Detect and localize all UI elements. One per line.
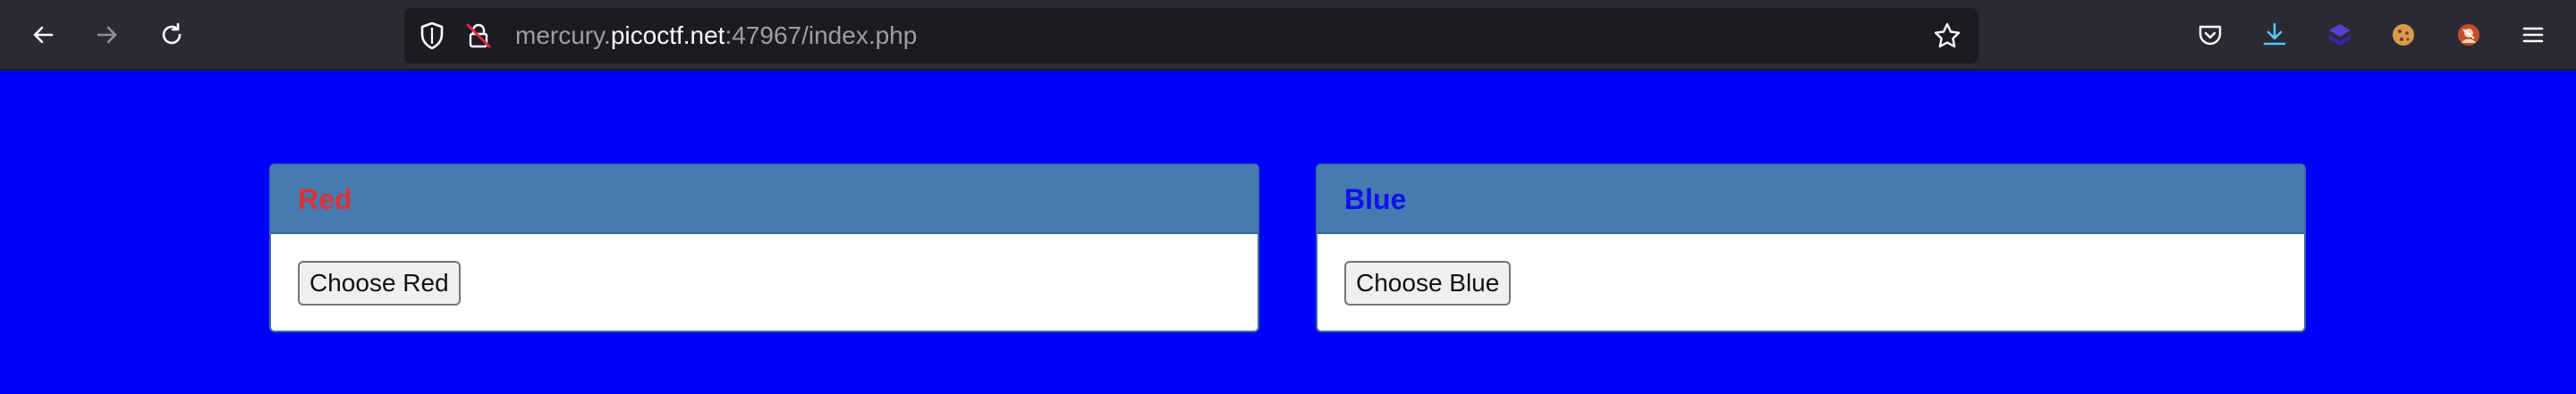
red-card-body: Choose Red (271, 234, 1258, 306)
menu-icon (2522, 27, 2544, 43)
blue-card-body: Choose Blue (1318, 234, 2304, 306)
back-button[interactable] (23, 15, 63, 54)
choose-red-button[interactable]: Choose Red (298, 261, 461, 306)
download-icon (2263, 22, 2286, 46)
back-arrow-icon (33, 26, 54, 44)
browser-toolbar: mercury.picoctf.net:47967/index.php (0, 0, 2576, 71)
extension-button[interactable] (2320, 15, 2360, 54)
site-info-button[interactable] (463, 21, 494, 51)
red-card-title: Red (271, 165, 1258, 234)
cookie-extension-button[interactable] (2384, 15, 2423, 54)
reload-button[interactable] (152, 15, 191, 54)
pocket-button[interactable] (2190, 15, 2230, 54)
url-path: :47967/index.php (724, 21, 918, 49)
url-bar[interactable]: mercury.picoctf.net:47967/index.php (404, 8, 1979, 63)
shield-icon (420, 21, 444, 50)
red-card: Red Choose Red (269, 163, 1259, 332)
blue-card-title: Blue (1318, 165, 2304, 234)
profile-icon (2458, 24, 2479, 46)
profile-extension-button[interactable] (2449, 15, 2488, 54)
tracking-protection-button[interactable] (417, 21, 447, 51)
extension-icon (2329, 24, 2351, 46)
downloads-button[interactable] (2255, 15, 2294, 54)
pocket-icon (2199, 25, 2222, 46)
forward-button[interactable] (88, 15, 127, 54)
star-icon (1934, 22, 1961, 48)
reload-icon (162, 22, 182, 45)
app-menu-button[interactable] (2513, 15, 2553, 54)
bookmark-button[interactable] (1932, 21, 1962, 51)
choose-blue-button[interactable]: Choose Blue (1344, 261, 1512, 306)
insecure-lock-icon (466, 23, 491, 48)
forward-arrow-icon (97, 26, 117, 44)
url-text[interactable]: mercury.picoctf.net:47967/index.php (515, 8, 917, 63)
url-host: picoctf.net (610, 21, 725, 49)
url-prefix: mercury. (515, 21, 611, 49)
blue-card: Blue Choose Blue (1316, 163, 2306, 332)
cookie-icon (2393, 24, 2414, 46)
